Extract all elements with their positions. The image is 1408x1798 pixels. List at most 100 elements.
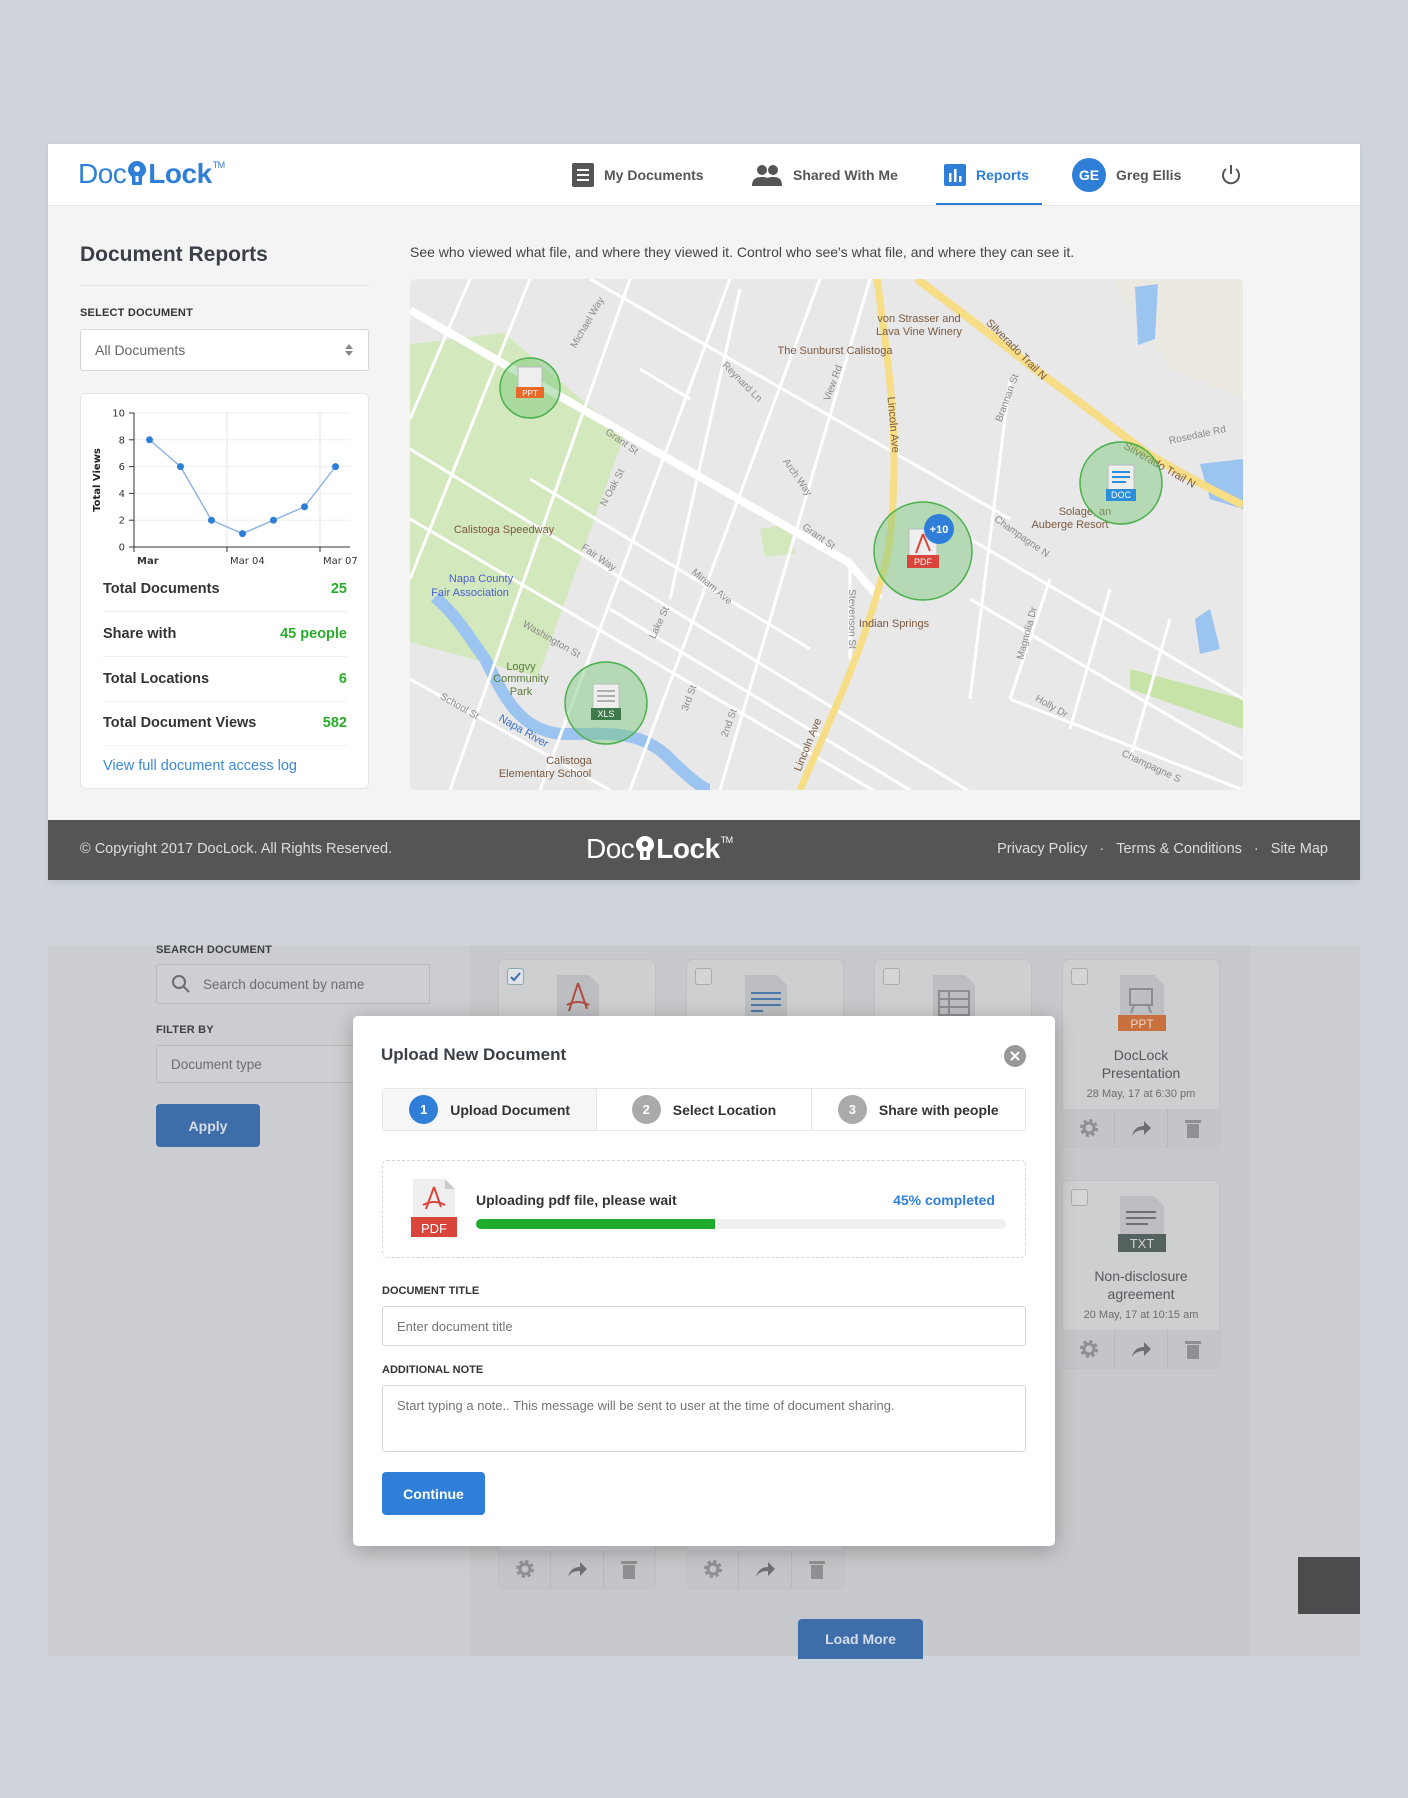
right-gutter (1250, 946, 1360, 1656)
gear-icon (1079, 1119, 1098, 1137)
share-arrow-icon (755, 1562, 775, 1577)
logo-text-left: Doc (586, 833, 635, 864)
step-number: 3 (837, 1095, 867, 1124)
map-label: Stevenson St (846, 589, 857, 649)
people-icon (752, 165, 782, 186)
delete-button[interactable] (1168, 1330, 1219, 1368)
checkbox-checked[interactable] (507, 968, 524, 985)
document-card[interactable]: PPT DocLock Presentation 28 May, 17 at 6… (1062, 959, 1220, 1148)
document-select[interactable]: All Documents (80, 329, 369, 371)
share-button[interactable] (739, 1550, 792, 1588)
pdf-file-icon: PDF (411, 1179, 457, 1237)
delete-button[interactable] (1168, 1109, 1219, 1147)
settings-button[interactable] (1063, 1109, 1116, 1147)
checkbox[interactable] (1071, 968, 1088, 985)
marker-xls[interactable]: XLS (564, 661, 648, 745)
marker-doc[interactable]: DOC (1079, 441, 1163, 525)
privacy-policy-link[interactable]: Privacy Policy (997, 841, 1087, 857)
share-arrow-icon (1131, 1121, 1151, 1136)
footer-logo[interactable]: Doc Lock TM (586, 833, 733, 865)
nav-shared-with-me[interactable]: Shared With Me (751, 163, 898, 187)
settings-button[interactable] (499, 1550, 552, 1588)
share-button[interactable] (551, 1550, 604, 1588)
checkmark-icon (510, 972, 521, 982)
access-log-link[interactable]: View full document access log (103, 758, 297, 774)
step-number: 2 (631, 1095, 661, 1124)
divider (103, 745, 347, 746)
pdf-file-icon (557, 975, 599, 1021)
bar-chart-icon (944, 164, 966, 186)
divider (103, 701, 347, 702)
xls-file-icon (933, 975, 975, 1021)
step-share-with-people[interactable]: 3 Share with people (812, 1089, 1025, 1130)
additional-note-textarea[interactable] (382, 1385, 1026, 1452)
step-upload-document[interactable]: 1 Upload Document (383, 1089, 598, 1130)
settings-button[interactable] (1063, 1330, 1116, 1368)
y-tick-label: 8 (119, 435, 125, 446)
map-label: Community (493, 673, 549, 685)
stat-label: Total Documents (103, 581, 220, 597)
marker-label: DOC (1111, 490, 1132, 500)
nav-label: Reports (976, 167, 1029, 183)
marker-label: PPT (522, 389, 538, 398)
continue-button[interactable]: Continue (382, 1472, 485, 1515)
gear-icon (515, 1560, 534, 1578)
sort-arrows-icon (345, 344, 353, 356)
site-map-link[interactable]: Site Map (1271, 841, 1328, 857)
trash-icon (1185, 1120, 1202, 1138)
apply-button[interactable]: Apply (156, 1104, 260, 1147)
active-tab-indicator (936, 203, 1042, 205)
map-label: Elementary School (499, 768, 591, 780)
nav-reports[interactable]: Reports (944, 163, 1029, 187)
trash-icon (809, 1561, 826, 1579)
document-title-input[interactable] (382, 1306, 1026, 1346)
delete-button[interactable] (792, 1550, 843, 1588)
doc-file-icon (745, 975, 787, 1021)
nav-my-documents[interactable]: My Documents (572, 163, 704, 187)
power-icon[interactable] (1219, 163, 1243, 187)
share-button[interactable] (1115, 1330, 1168, 1368)
marker-ppt[interactable]: PPT (499, 357, 561, 419)
document-name: Non-disclosure (1094, 1268, 1188, 1284)
filter-placeholder: Document type (171, 1056, 262, 1072)
checkbox[interactable] (695, 968, 712, 985)
close-icon[interactable] (1004, 1045, 1026, 1067)
logo-tm: TM (212, 160, 226, 170)
checkbox[interactable] (1071, 1189, 1088, 1206)
avatar: GE (1072, 158, 1106, 192)
step-label: Upload Document (450, 1101, 571, 1118)
stat-value: 6 (338, 671, 347, 687)
terms-link[interactable]: Terms & Conditions (1116, 841, 1242, 857)
stat-label: Total Locations (103, 671, 210, 687)
views-chart: 0 2 4 6 8 10 Mar Mar 04 Mar 07 Total Views (92, 409, 358, 568)
marker-pdf[interactable]: PDF +10 (873, 501, 973, 601)
data-point (146, 436, 153, 444)
file-type-label: TXT (1130, 1236, 1155, 1251)
data-point (270, 516, 277, 524)
user-menu[interactable]: GE Greg Ellis (1072, 158, 1181, 192)
upload-status: Uploading pdf file, please wait (476, 1192, 677, 1208)
gear-icon (1079, 1340, 1098, 1358)
document-icon (572, 163, 594, 187)
load-more-button[interactable]: Load More (798, 1619, 923, 1659)
divider (80, 285, 369, 286)
logo-text-left: Doc (78, 158, 127, 189)
logo-text-right: Lock (148, 158, 212, 189)
share-button[interactable] (1115, 1109, 1168, 1147)
upload-percent: 45% completed (893, 1192, 995, 1208)
checkbox[interactable] (883, 968, 900, 985)
settings-button[interactable] (687, 1550, 740, 1588)
logo-tm: TM (720, 835, 734, 845)
search-input[interactable]: Search document by name (156, 964, 430, 1004)
document-card[interactable]: TXT Non-disclosure agreement 20 May, 17 … (1062, 1180, 1220, 1369)
step-select-location[interactable]: 2 Select Location (597, 1089, 812, 1130)
card-actions (1063, 1330, 1219, 1368)
page-title: Document Reports (80, 243, 268, 266)
progress-fill (476, 1219, 715, 1229)
map-label: Calistoga Speedway (454, 524, 555, 536)
y-tick-label: 6 (119, 462, 125, 473)
locations-map[interactable]: von Strasser and Lava Vine Winery The Su… (410, 279, 1243, 790)
delete-button[interactable] (604, 1550, 655, 1588)
y-tick-label: 10 (112, 409, 125, 420)
doclock-logo[interactable]: Doc Lock TM (78, 158, 225, 190)
